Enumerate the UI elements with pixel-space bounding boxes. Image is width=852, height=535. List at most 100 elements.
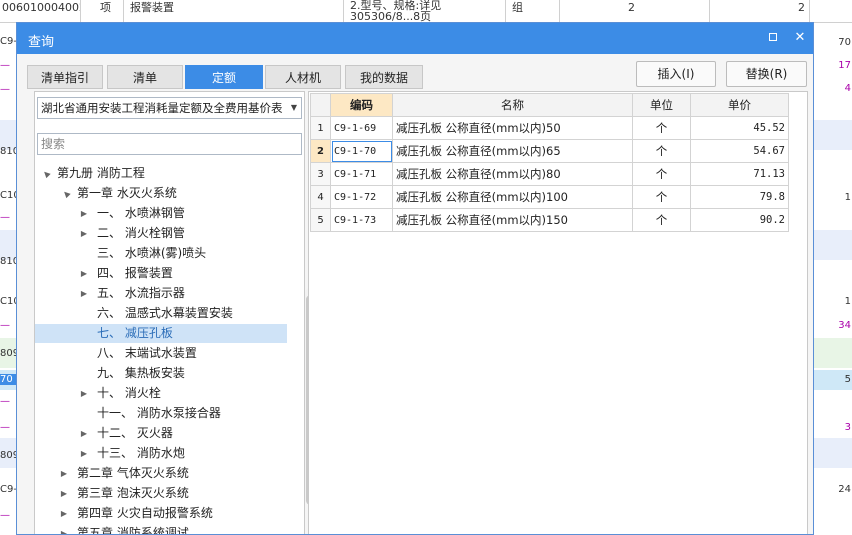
tab-list[interactable]: 清单 xyxy=(107,65,183,89)
tree-node[interactable]: 六、 温感式水幕装置安装 xyxy=(35,304,305,323)
expand-icon[interactable]: ▶ xyxy=(79,224,89,243)
cell-code[interactable]: C9-1-71 xyxy=(330,162,393,186)
tree-node[interactable]: ▶ 十三、 消防水炮 xyxy=(35,444,305,463)
table-row[interactable]: 4 C9-1-72 减压孔板 公称直径(mm以内)100 个 79.8 xyxy=(310,185,789,209)
column-header-unit[interactable]: 单位 xyxy=(632,93,691,117)
close-icon[interactable]: ✕ xyxy=(791,29,809,47)
column-header-price[interactable]: 单价 xyxy=(690,93,789,117)
table-header-row: 编码 名称 单位 单价 xyxy=(310,93,789,117)
tree-node[interactable]: ▶ 十二、 灭火器 xyxy=(35,424,305,443)
expand-icon[interactable]: ▶ xyxy=(79,264,89,283)
cell-name[interactable]: 减压孔板 公称直径(mm以内)100 xyxy=(392,185,633,209)
quota-table: 编码 名称 单位 单价 1 C9-1-69 减压孔板 公称直径(mm以内)50 … xyxy=(310,93,789,232)
tree-node[interactable]: ▶ 第五章 消防系统调试 xyxy=(35,524,305,535)
tree-node-selected[interactable]: 七、 减压孔板 xyxy=(35,324,287,343)
cell-price[interactable]: 79.8 xyxy=(690,185,789,209)
cell-name[interactable]: 减压孔板 公称直径(mm以内)80 xyxy=(392,162,633,186)
tree-node[interactable]: ▶ 十、 消火栓 xyxy=(35,384,305,403)
expand-icon[interactable]: ▶ xyxy=(59,504,69,523)
cell-code[interactable]: C9-1-69 xyxy=(330,116,393,140)
bg-cell: 1 xyxy=(844,192,851,203)
expand-icon[interactable]: ▶ xyxy=(79,204,89,223)
tree-node[interactable]: ▶ 四、 报警装置 xyxy=(35,264,305,283)
cell-price[interactable]: 54.67 xyxy=(690,139,789,163)
row-number-header xyxy=(310,93,331,117)
bg-cell: 1 xyxy=(844,296,851,307)
tree-node-label: 第四章 火灾自动报警系统 xyxy=(77,506,213,520)
tab-list-guide[interactable]: 清单指引 xyxy=(27,65,103,89)
cell-name[interactable]: 减压孔板 公称直径(mm以内)65 xyxy=(392,139,633,163)
tree-node-label: 七、 减压孔板 xyxy=(97,326,173,340)
collapse-icon[interactable]: ▲ xyxy=(56,183,77,204)
cell-code[interactable]: C9-1-72 xyxy=(330,185,393,209)
replace-button[interactable]: 替换(R) xyxy=(726,61,807,87)
table-row[interactable]: 1 C9-1-69 减压孔板 公称直径(mm以内)50 个 45.52 xyxy=(310,116,789,140)
tree-node[interactable]: 十一、 消防水泵接合器 xyxy=(35,404,305,423)
bg-cell: 34 xyxy=(838,320,851,331)
cell-name[interactable]: 减压孔板 公称直径(mm以内)50 xyxy=(392,116,633,140)
maximize-icon[interactable] xyxy=(765,29,783,47)
library-select-value: 湖北省通用安装工程消耗量定额及全费用基价表 xyxy=(41,101,283,115)
column-header-code[interactable]: 编码 xyxy=(330,93,393,117)
collapse-icon[interactable]: ▲ xyxy=(36,163,57,184)
tree-node[interactable]: ▲ 第一章 水灭火系统 xyxy=(35,184,305,203)
library-select[interactable]: 湖北省通用安装工程消耗量定额及全费用基价表 ▼ xyxy=(37,97,302,119)
tree-node-label: 五、 水流指示器 xyxy=(97,286,185,300)
cell-name[interactable]: 减压孔板 公称直径(mm以内)150 xyxy=(392,208,633,232)
expand-icon[interactable]: ▶ xyxy=(59,484,69,503)
tab-my-data[interactable]: 我的数据 xyxy=(345,65,423,89)
tree-node-label: 十二、 灭火器 xyxy=(97,426,173,440)
expand-icon[interactable]: ▶ xyxy=(79,424,89,443)
table-row[interactable]: 3 C9-1-71 减压孔板 公称直径(mm以内)80 个 71.13 xyxy=(310,162,789,186)
cell-code[interactable]: C9-1-73 xyxy=(330,208,393,232)
bg-cell: C10 xyxy=(0,296,16,307)
tree-node[interactable]: 三、 水喷淋(雾)喷头 xyxy=(35,244,305,263)
expand-icon[interactable]: ▶ xyxy=(79,284,89,303)
tab-labor-material[interactable]: 人材机 xyxy=(265,65,341,89)
cell-code[interactable]: C9-1-70 xyxy=(330,139,393,163)
background-left-column: C9- — — 810 C10 — 810 C10 — 809 70 — — 8… xyxy=(0,22,16,535)
bg-cell: C10 xyxy=(0,190,16,201)
cell-unit[interactable]: 个 xyxy=(632,208,691,232)
tree-node[interactable]: ▶ 第四章 火灾自动报警系统 xyxy=(35,504,305,523)
cell-price[interactable]: 45.52 xyxy=(690,116,789,140)
tree-node[interactable]: ▶ 第二章 气体灭火系统 xyxy=(35,464,305,483)
expand-icon[interactable]: ▶ xyxy=(79,444,89,463)
search-input[interactable] xyxy=(37,133,302,155)
table-row[interactable]: 5 C9-1-73 减压孔板 公称直径(mm以内)150 个 90.2 xyxy=(310,208,789,232)
expand-icon[interactable]: ▶ xyxy=(79,384,89,403)
bg-cell: — xyxy=(0,396,10,407)
expand-icon[interactable]: ▶ xyxy=(59,464,69,483)
bg-cell: 项 xyxy=(80,0,124,22)
tree-node-label: 第五章 消防系统调试 xyxy=(77,526,189,535)
cell-unit[interactable]: 个 xyxy=(632,162,691,186)
insert-button[interactable]: 插入(I) xyxy=(636,61,716,87)
tree-node[interactable]: ▶ 二、 消火栓钢管 xyxy=(35,224,305,243)
table-row-current[interactable]: 2 C9-1-70 减压孔板 公称直径(mm以内)65 个 54.67 xyxy=(310,139,789,163)
tree-node[interactable]: ▶ 五、 水流指示器 xyxy=(35,284,305,303)
tree-node[interactable]: ▶ 第三章 泡沫灭火系统 xyxy=(35,484,305,503)
bg-cell: 2.型号、规格:详见 305306/8...8页 xyxy=(344,0,506,22)
expand-icon[interactable]: ▶ xyxy=(59,524,69,534)
column-header-name[interactable]: 名称 xyxy=(392,93,633,117)
chevron-down-icon[interactable]: ▼ xyxy=(287,98,301,118)
bg-cell: 810 xyxy=(0,146,16,157)
bg-cell: 5 xyxy=(844,374,851,385)
tree-node[interactable]: 八、 末端试水装置 xyxy=(35,344,305,363)
cell-unit[interactable]: 个 xyxy=(632,185,691,209)
query-dialog: 查询 ✕ 清单指引 清单 定额 人材机 我的数据 插入(I) 替换(R) 湖北省… xyxy=(16,22,814,535)
cell-price[interactable]: 90.2 xyxy=(690,208,789,232)
dialog-titlebar[interactable]: 查询 ✕ xyxy=(17,23,813,54)
cell-unit[interactable]: 个 xyxy=(632,139,691,163)
tree-node-label: 十一、 消防水泵接合器 xyxy=(97,406,221,420)
bg-cell: 70 xyxy=(0,374,16,385)
bg-cell: 809 xyxy=(0,450,16,461)
tab-quota[interactable]: 定额 xyxy=(185,65,263,89)
cell-price[interactable]: 71.13 xyxy=(690,162,789,186)
tree-node-label: 第九册 消防工程 xyxy=(57,166,145,180)
row-number: 4 xyxy=(310,185,331,209)
cell-unit[interactable]: 个 xyxy=(632,116,691,140)
tree-node[interactable]: ▲ 第九册 消防工程 xyxy=(35,164,305,183)
tree-node[interactable]: 九、 集热板安装 xyxy=(35,364,305,383)
tree-node[interactable]: ▶ 一、 水喷淋钢管 xyxy=(35,204,305,223)
